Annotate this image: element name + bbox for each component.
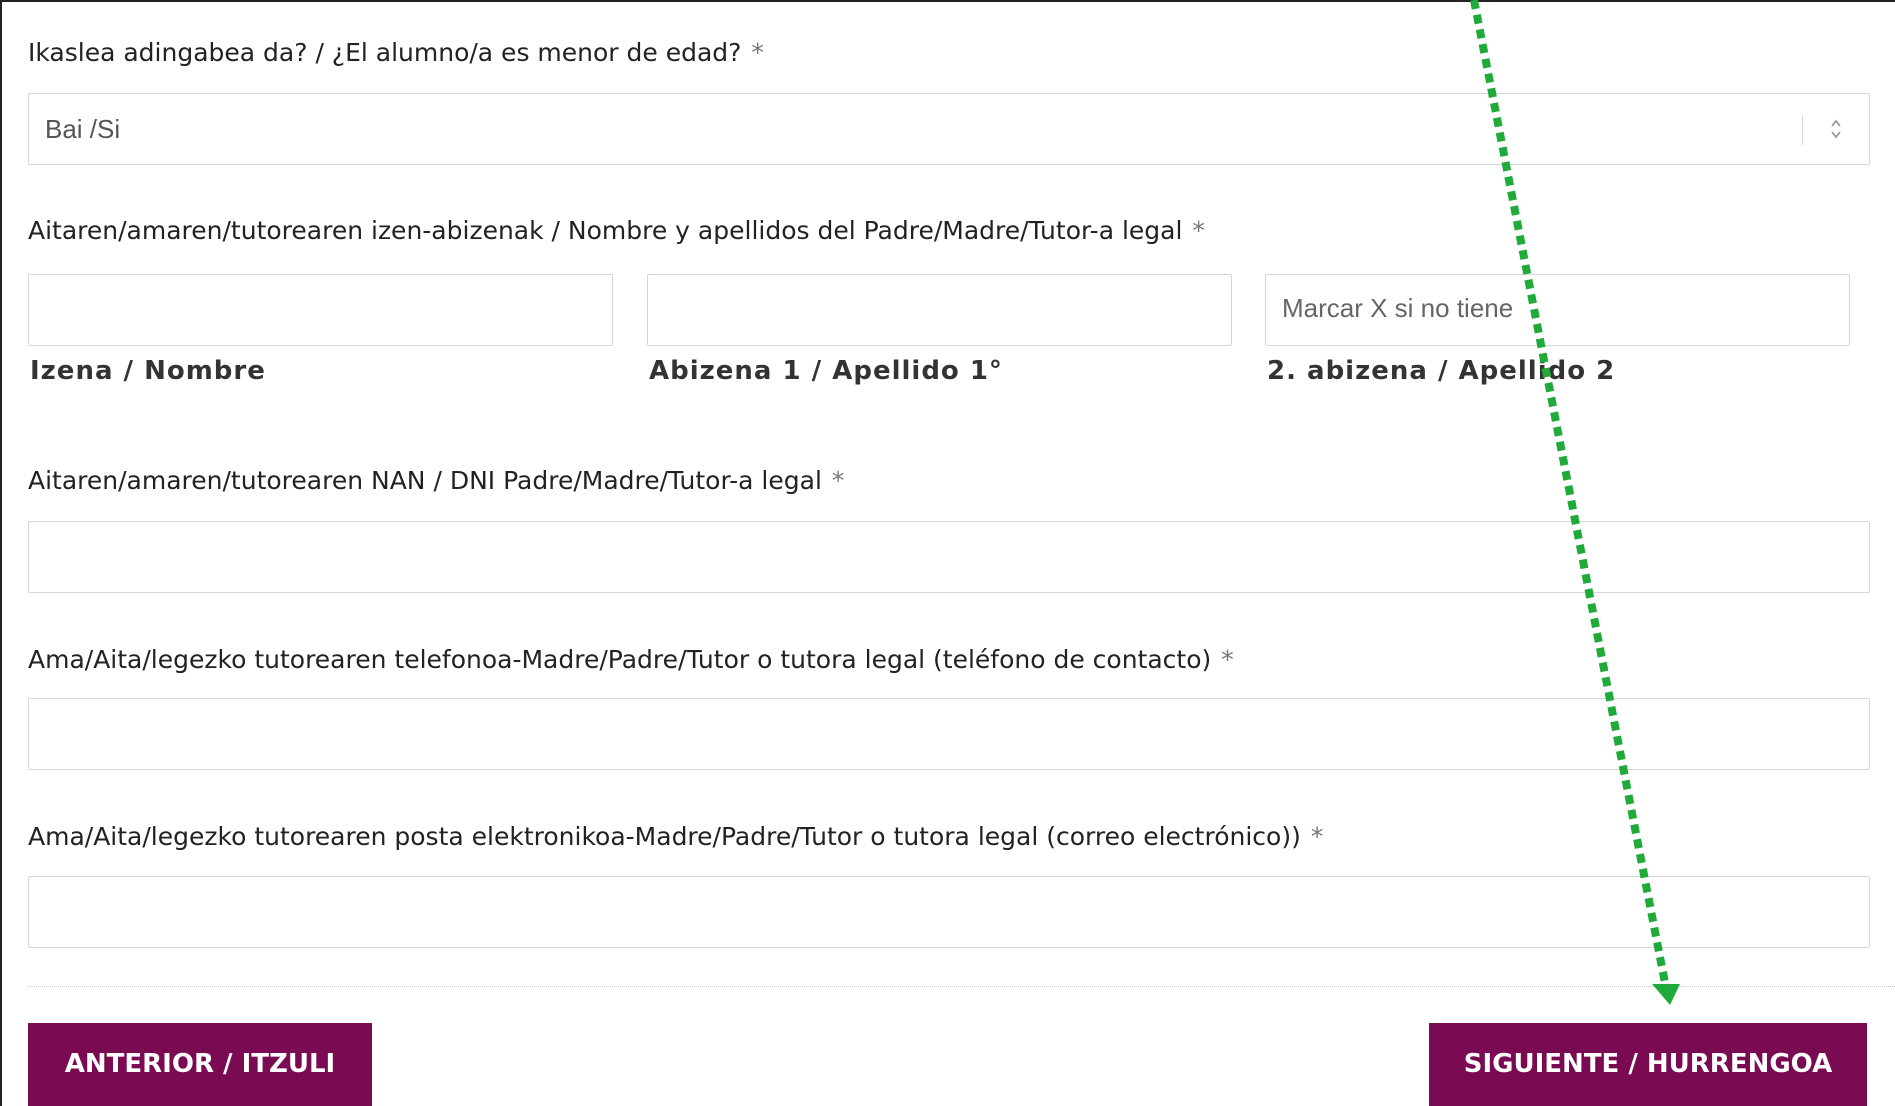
- required-mark: *: [831, 466, 845, 495]
- minor-select[interactable]: Bai /Si: [28, 93, 1870, 165]
- surname2-input[interactable]: Marcar X si no tiene: [1265, 274, 1850, 346]
- guardian-email-input[interactable]: [28, 876, 1870, 948]
- guardian-phone-label: Ama/Aita/legezko tutorearen telefonoa-Ma…: [28, 645, 1234, 674]
- select-separator: [1802, 115, 1803, 145]
- previous-button[interactable]: ANTERIOR / ITZULI: [28, 1023, 372, 1106]
- surname1-sublabel: Abizena 1 / Apellido 1°: [649, 356, 1003, 386]
- required-mark: *: [1192, 216, 1205, 245]
- form-divider: [28, 986, 1895, 987]
- required-mark: *: [1310, 822, 1324, 851]
- surname1-input[interactable]: [647, 274, 1232, 346]
- surname2-placeholder: Marcar X si no tiene: [1282, 293, 1514, 323]
- guardian-name-label: Aitaren/amaren/tutorearen izen-abizenak …: [28, 216, 1205, 245]
- guardian-id-input[interactable]: [28, 521, 1870, 593]
- guardian-email-label: Ama/Aita/legezko tutorearen posta elektr…: [28, 822, 1324, 851]
- guardian-phone-input[interactable]: [28, 698, 1870, 770]
- first-name-sublabel: Izena / Nombre: [30, 356, 266, 386]
- updown-chevron-icon: [1831, 119, 1841, 139]
- minor-select-value: Bai /Si: [45, 114, 121, 144]
- required-mark: *: [751, 38, 764, 67]
- surname2-sublabel: 2. abizena / Apellido 2: [1267, 356, 1616, 386]
- minor-question-label: Ikaslea adingabea da? / ¿El alumno/a es …: [28, 38, 764, 67]
- required-mark: *: [1221, 645, 1234, 674]
- next-button[interactable]: SIGUIENTE / HURRENGOA: [1429, 1023, 1867, 1106]
- guardian-id-label: Aitaren/amaren/tutorearen NAN / DNI Padr…: [28, 466, 845, 495]
- first-name-input[interactable]: [28, 274, 613, 346]
